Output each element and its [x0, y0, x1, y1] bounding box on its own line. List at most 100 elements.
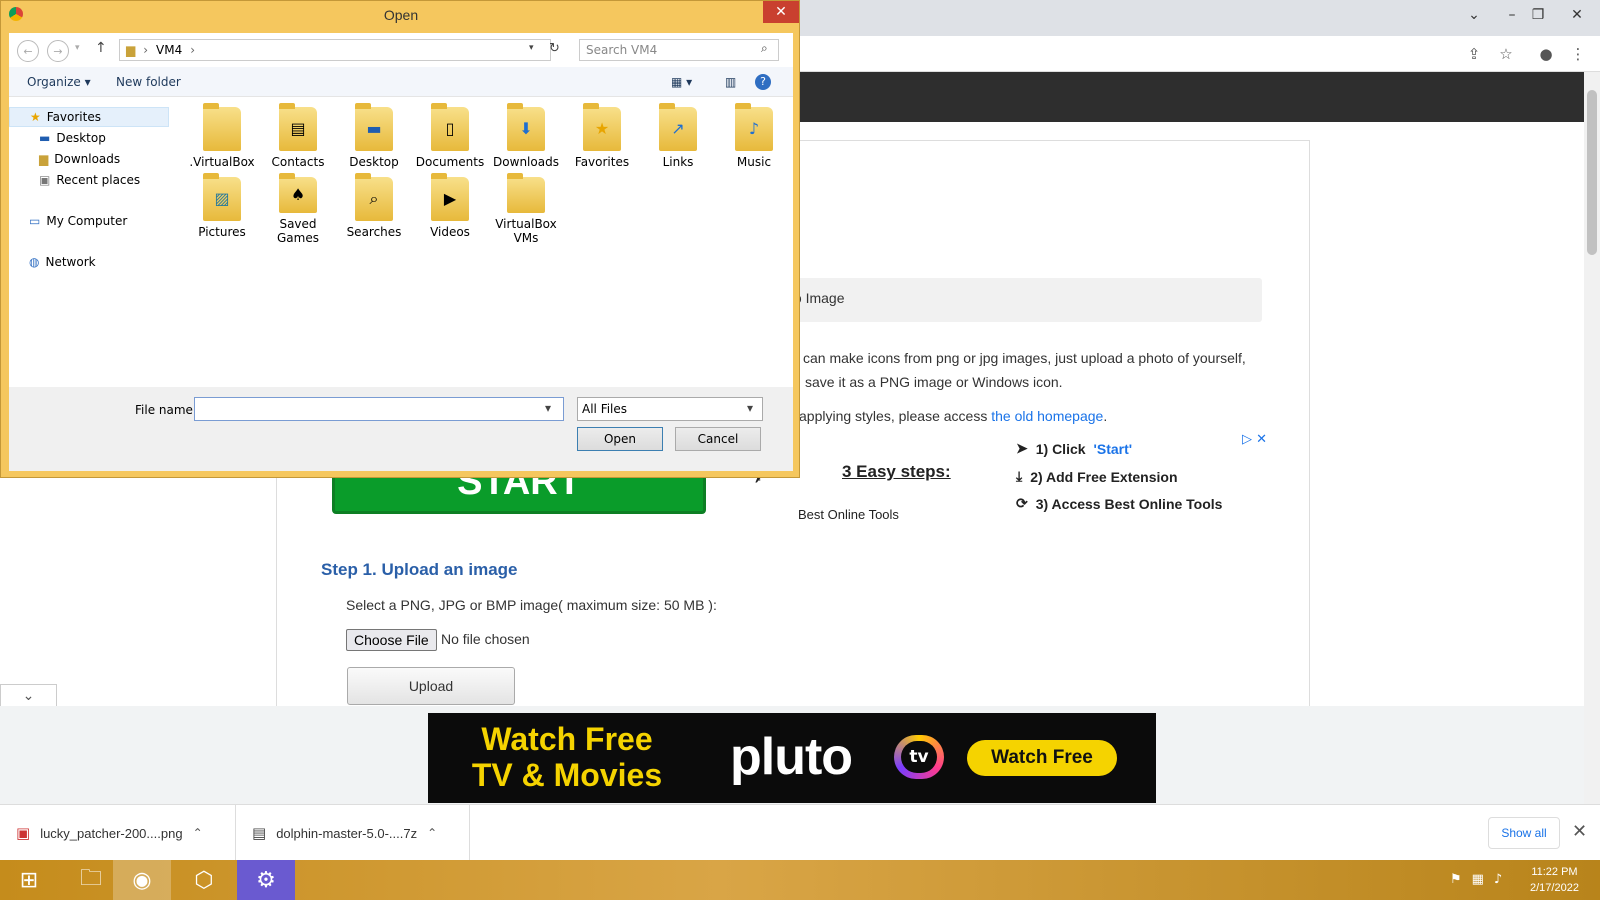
show-all-downloads-button[interactable]: Show all — [1488, 817, 1560, 849]
browser-menu-icon[interactable]: ⋮ — [1566, 42, 1590, 66]
restore-icon[interactable]: ❐ — [1518, 0, 1558, 30]
nav-my-computer[interactable]: ▭ My Computer — [9, 211, 169, 231]
nav-desktop[interactable]: ▬ Desktop — [9, 128, 169, 148]
back-arrow-icon[interactable]: ← — [17, 40, 39, 62]
profile-icon[interactable]: ● — [1534, 42, 1558, 66]
archive-file-icon: ▤ — [252, 824, 267, 842]
upload-button[interactable]: Upload — [347, 667, 515, 705]
close-download-bar-icon[interactable]: ✕ — [1572, 821, 1587, 842]
description-line-1: can make icons from png or jpg images, j… — [803, 350, 1246, 366]
description-line-2: save it as a PNG image or Windows icon. — [805, 374, 1063, 390]
share-icon[interactable]: ⇪ — [1462, 42, 1486, 66]
contacts-folder-icon: ▤ — [279, 103, 317, 151]
windows-start-icon[interactable]: ⊞ — [0, 860, 58, 900]
folder-item[interactable]: VirtualBox VMs — [488, 173, 564, 245]
new-folder-button[interactable]: New folder — [116, 75, 181, 89]
refresh-icon[interactable]: ↻ — [549, 41, 560, 56]
cancel-button[interactable]: Cancel — [675, 427, 761, 451]
refresh-icon: ⟳ — [1016, 495, 1028, 511]
nav-downloads[interactable]: ▆ Downloads — [9, 149, 169, 169]
download-icon: ⤓ — [1016, 468, 1023, 484]
links-folder-icon: ↗ — [659, 103, 697, 151]
download-item[interactable]: ▤ dolphin-master-5.0-....7z ⌃ — [236, 805, 470, 861]
saved-games-folder-icon: ♠ — [279, 173, 317, 213]
breadcrumb-chevron-icon: › — [190, 43, 196, 57]
pluto-banner-ad[interactable]: Watch Free TV & Movies pluto tv Watch Fr… — [428, 713, 1156, 803]
recent-locations-icon[interactable]: ▾ — [75, 43, 80, 53]
download-item[interactable]: ▣ lucky_patcher-200....png ⌃ — [0, 805, 236, 861]
choose-file-button[interactable]: Choose File — [346, 629, 437, 651]
tray-clock[interactable]: 11:22 PM 2/17/2022 — [1530, 864, 1579, 896]
ad-steps-title[interactable]: 3 Easy steps: — [842, 462, 951, 482]
old-homepage-prefix: applying styles, please access — [799, 408, 988, 424]
folder-name: VirtualBox VMs — [495, 217, 557, 245]
file-type-select[interactable]: All Files — [577, 397, 763, 421]
navigation-pane: ★ Favorites ▬ Desktop ▆ Downloads ▣ Rece… — [9, 97, 177, 387]
folder-item[interactable]: ▯ Documents — [412, 103, 488, 175]
up-arrow-icon[interactable]: ↑ — [95, 40, 107, 56]
searches-folder-icon: ⌕ — [355, 173, 393, 221]
chevron-down-icon[interactable]: ⌄ — [0, 684, 57, 706]
folder-item[interactable]: ▨ Pictures — [184, 173, 260, 245]
clock-date: 2/17/2022 — [1530, 882, 1579, 894]
folder-item[interactable]: ⬇ Downloads — [488, 103, 564, 175]
tray-icons[interactable]: ⚑▦♪ — [1450, 872, 1512, 887]
star-icon: ★ — [30, 110, 41, 124]
nav-network[interactable]: ◍ Network — [9, 252, 169, 272]
settings-gear-icon[interactable]: ⚙ — [237, 860, 295, 900]
banner-cta-button[interactable]: Watch Free — [967, 740, 1117, 776]
folder-name: Downloads — [493, 155, 559, 169]
nav-favorites[interactable]: ★ Favorites — [9, 107, 169, 127]
music-folder-icon: ♪ — [735, 103, 773, 151]
search-icon[interactable]: ⌕ — [761, 41, 768, 56]
old-homepage-link[interactable]: the old homepage — [991, 408, 1103, 424]
scrollbar-thumb[interactable] — [1587, 90, 1597, 255]
folder-item[interactable]: ▬ Desktop — [336, 103, 412, 175]
virtualbox-icon[interactable]: ⬡ — [175, 860, 233, 900]
forward-arrow-icon[interactable]: → — [47, 40, 69, 62]
folder-item[interactable]: .VirtualBox — [184, 103, 260, 175]
folder-item[interactable]: ⌕ Searches — [336, 173, 412, 245]
image-file-icon: ▣ — [16, 824, 31, 842]
search-input[interactable]: Search VM4 — [579, 39, 779, 61]
file-name-input[interactable] — [194, 397, 564, 421]
breadcrumb-chevron-icon: › — [143, 43, 149, 57]
chevron-up-icon[interactable]: ⌃ — [427, 826, 437, 840]
file-explorer-icon[interactable]: 🗀 — [62, 860, 120, 900]
open-button[interactable]: Open — [577, 427, 663, 451]
folder-item[interactable]: ♪ Music — [716, 103, 792, 175]
preview-pane-icon[interactable]: ▥ — [725, 75, 736, 89]
folder-item[interactable]: ★ Favorites — [564, 103, 640, 175]
folder-icon — [507, 173, 545, 213]
folder-name: Links — [662, 155, 694, 169]
desktop-folder-icon: ▬ — [355, 103, 393, 151]
adchoices-icon[interactable]: ▷ ✕ — [1242, 432, 1267, 447]
folder-item[interactable]: ▤ Contacts — [260, 103, 336, 175]
tab-search-icon[interactable]: ⌄ — [1454, 0, 1494, 30]
dialog-close-icon[interactable]: ✕ — [763, 1, 799, 23]
folder-item[interactable]: ♠ Saved Games — [260, 173, 336, 245]
help-icon[interactable]: ? — [755, 74, 771, 90]
breadcrumb-vm4[interactable]: VM4 — [156, 43, 182, 57]
chrome-icon[interactable]: ◉ — [113, 860, 171, 900]
address-dropdown-icon[interactable]: ▾ — [529, 43, 534, 53]
bookmark-star-icon[interactable]: ☆ — [1494, 42, 1518, 66]
organize-menu[interactable]: Organize ▾ — [27, 75, 91, 89]
folder-item[interactable]: ↗ Links — [640, 103, 716, 175]
clock-time: 11:22 PM — [1531, 866, 1578, 878]
dialog-nav-bar: ← → ▾ ↑ ▆ › VM4 › ▾ ↻ Search VM4 ⌕ — [9, 33, 793, 67]
folder-name: Searches — [346, 225, 402, 239]
ad-step-3[interactable]: ⟳ 3) Access Best Online Tools — [1016, 495, 1222, 512]
pluto-tv-icon: tv — [894, 735, 944, 779]
nav-recent-places[interactable]: ▣ Recent places — [9, 170, 169, 190]
address-bar[interactable]: ▆ › VM4 › — [119, 39, 551, 61]
ad-step-1-text: 1) Click — [1035, 440, 1086, 457]
ad-step-1[interactable]: ➤ 1) Click 'Start' — [1016, 440, 1132, 457]
browser-close-icon[interactable]: ✕ — [1554, 0, 1600, 30]
view-options-icon[interactable]: ▦ ▾ — [671, 75, 692, 89]
chevron-up-icon[interactable]: ⌃ — [193, 826, 203, 840]
folder-item[interactable]: ▶ Videos — [412, 173, 488, 245]
file-name-dropdown-icon[interactable]: ▾ — [545, 401, 551, 415]
ad-step-2[interactable]: ⤓ 2) Add Free Extension — [1016, 468, 1178, 485]
file-type-dropdown-icon[interactable]: ▾ — [747, 401, 753, 415]
